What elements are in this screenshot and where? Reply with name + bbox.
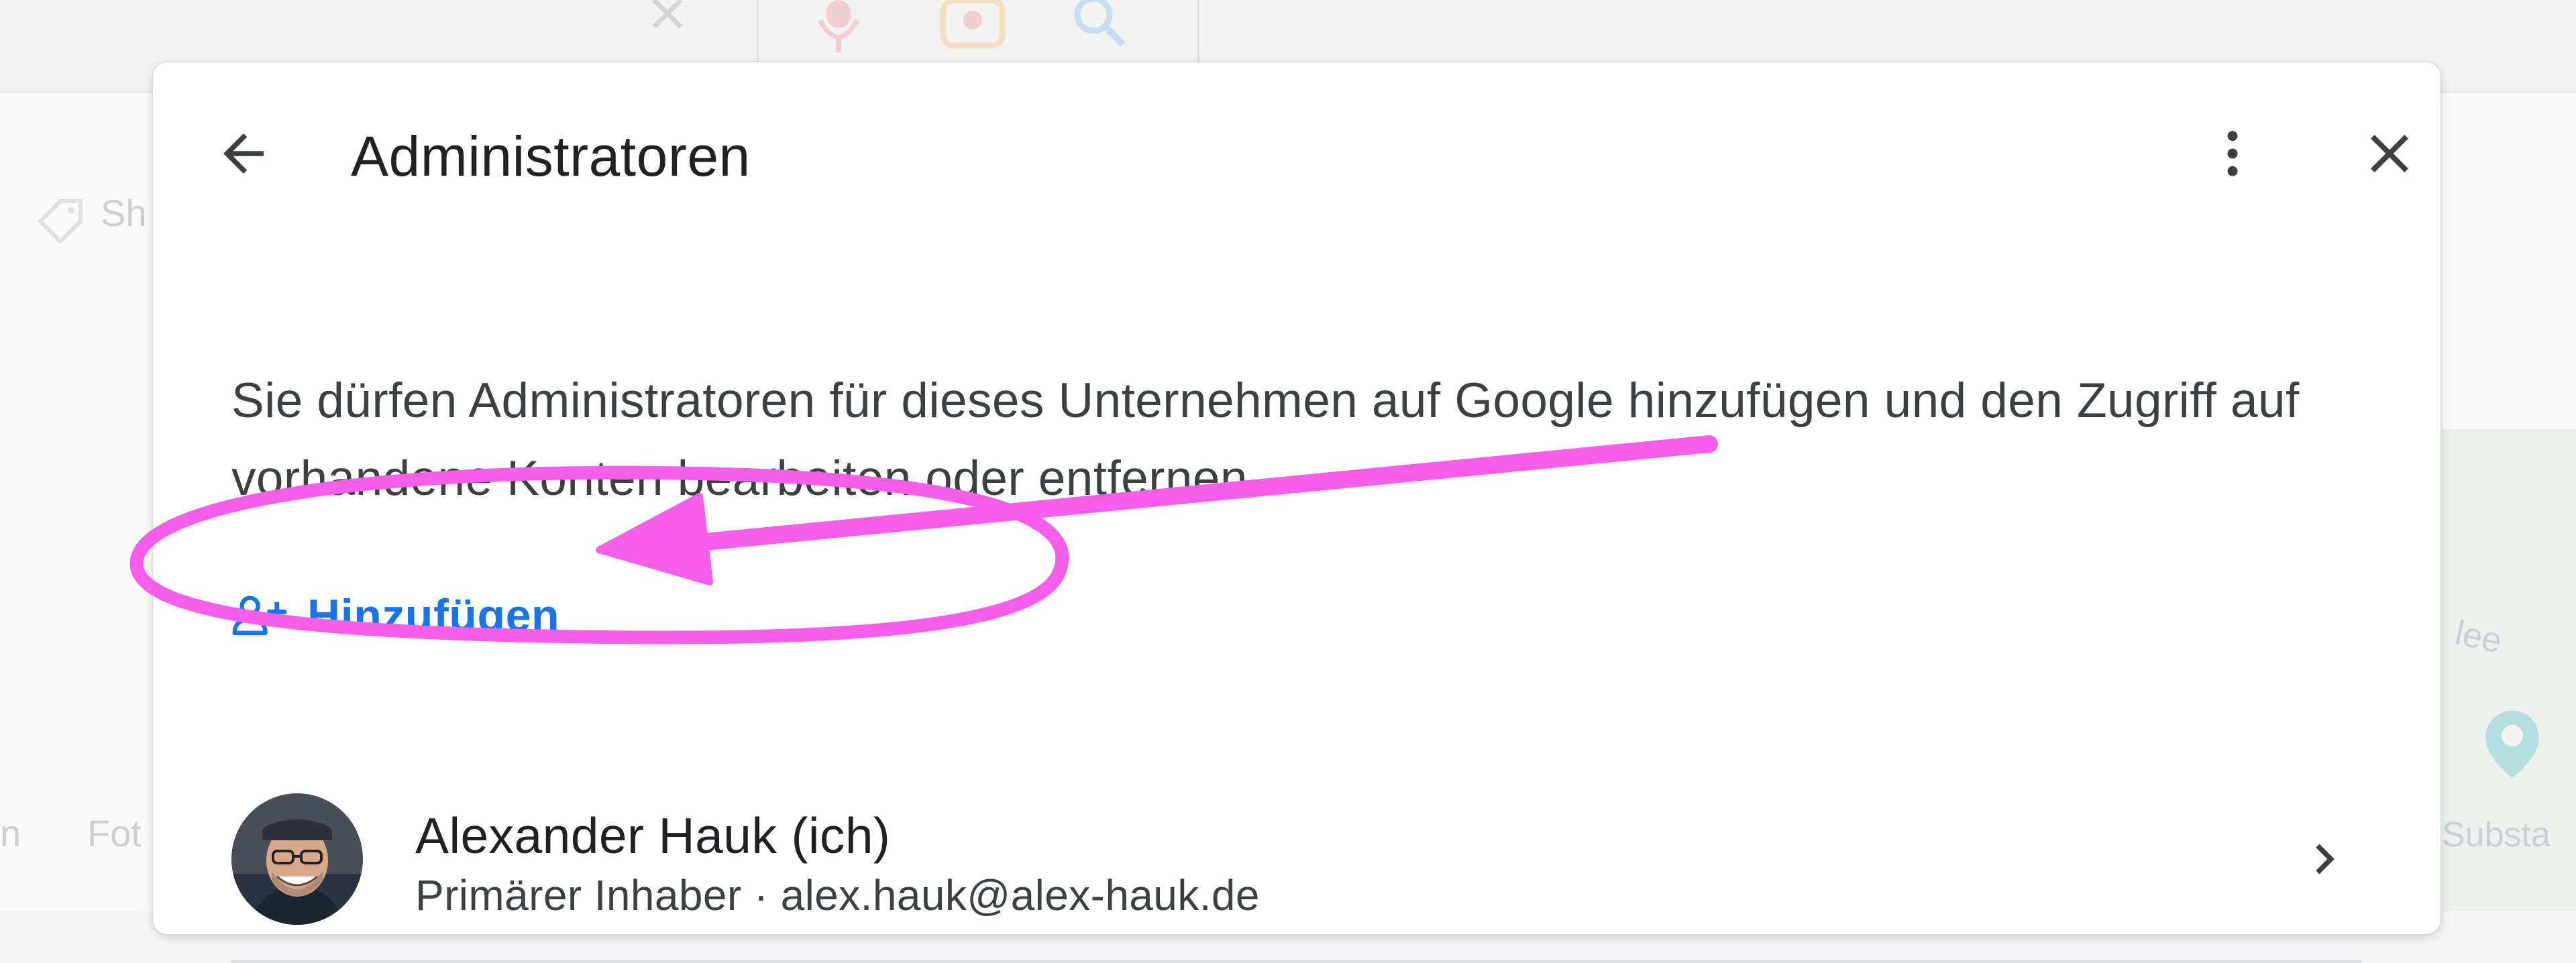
list-divider <box>231 960 2361 963</box>
dialog-title: Administratoren <box>351 125 751 188</box>
background-divider <box>1197 0 1199 67</box>
map-label: Substa <box>2442 815 2551 854</box>
person-add-icon <box>232 596 287 635</box>
admin-role-email: Primärer Inhaber · alex.hauk@alex-hauk.d… <box>415 871 1260 919</box>
camera-icon <box>940 0 1006 49</box>
back-button[interactable] <box>207 117 280 190</box>
administrators-dialog: Administratoren Sie dürfen Administrator… <box>153 62 2440 963</box>
tag-icon <box>37 199 83 245</box>
background-label: Sh <box>101 192 147 234</box>
more-vert-icon <box>2227 131 2238 176</box>
admin-name: Alexander Hauk (ich) <box>415 807 891 864</box>
close-button[interactable] <box>2353 117 2426 190</box>
microphone-icon <box>817 0 860 52</box>
arrow-back-icon <box>223 133 264 174</box>
more-options-button[interactable] <box>2196 117 2269 190</box>
chevron-right-icon <box>2316 844 2334 874</box>
admin-list-item[interactable]: Alexander Hauk (ich) Primärer Inhaber · … <box>231 773 2361 948</box>
avatar <box>231 793 363 925</box>
add-administrator-button[interactable]: Hinzufügen <box>225 580 569 651</box>
close-icon <box>2371 135 2408 172</box>
map-pin-icon <box>2485 711 2539 778</box>
dialog-description: Sie dürfen Administratoren für dieses Un… <box>231 374 2300 506</box>
clear-icon <box>652 0 683 29</box>
background-divider <box>757 0 759 67</box>
background-label: n <box>0 812 21 854</box>
add-administrator-label: Hinzufügen <box>307 590 560 641</box>
background-label: Fot <box>87 812 142 854</box>
search-icon <box>1074 0 1126 47</box>
